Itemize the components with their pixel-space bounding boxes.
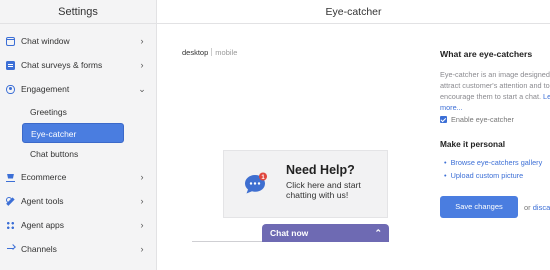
enable-eye-catcher-row: Enable eye-catcher: [440, 115, 514, 124]
sidebar-item-label: Chat surveys & forms: [21, 60, 103, 70]
enable-eye-catcher-checkbox[interactable]: [440, 116, 447, 123]
chat-bubble-icon: 1: [245, 172, 267, 194]
sidebar-subitem-eye-catcher[interactable]: Eye-catcher: [22, 123, 124, 143]
chevron-right-icon: ›: [140, 244, 144, 254]
sidebar-item-label: Agent tools: [21, 196, 64, 206]
browse-gallery-link[interactable]: Browse eye-catchers gallery: [444, 158, 543, 167]
chevron-right-icon: ›: [140, 220, 144, 230]
sidebar-item-agent-apps[interactable]: Agent apps ›: [0, 214, 156, 236]
chat-window-icon: [6, 36, 15, 46]
discard-row: or discard: [524, 203, 550, 212]
page-title: Eye-catcher: [157, 0, 550, 24]
sidebar-subitem-chat-buttons[interactable]: Chat buttons: [22, 144, 124, 164]
cart-icon: [6, 173, 15, 182]
chat-now-label: Chat now: [270, 228, 309, 238]
description-text: Eye-catcher is an image designed to attr…: [440, 70, 550, 101]
wrench-icon: [6, 196, 15, 206]
enable-eye-catcher-label[interactable]: Enable eye-catcher: [451, 115, 514, 124]
sidebar-item-label: Ecommerce: [21, 172, 67, 182]
chevron-up-icon: ⌃: [374, 228, 382, 238]
save-changes-button[interactable]: Save changes: [440, 196, 518, 218]
tab-mobile[interactable]: mobile: [215, 48, 237, 57]
tab-divider: [211, 48, 213, 56]
device-tabs: desktop mobile: [182, 48, 237, 57]
discard-link[interactable]: discard: [533, 203, 550, 212]
sidebar-title: Settings: [0, 0, 156, 24]
or-label: or: [524, 203, 531, 212]
chat-now-bar[interactable]: Chat now ⌃: [262, 224, 389, 242]
chevron-right-icon: ›: [140, 36, 144, 46]
sidebar-subitem-greetings[interactable]: Greetings: [22, 102, 124, 122]
sidebar-item-agent-tools[interactable]: Agent tools ›: [0, 190, 156, 212]
apps-icon: [6, 220, 15, 230]
sidebar-item-label: Channels: [21, 244, 57, 254]
eye-icon: [6, 84, 15, 94]
panel-title: What are eye-catchers: [440, 49, 533, 59]
sidebar-item-chat-surveys[interactable]: Chat surveys & forms ›: [0, 54, 156, 76]
eye-catcher-title: Need Help?: [286, 163, 355, 177]
eye-catcher-body: Click here and start chatting with us!: [286, 180, 361, 200]
sidebar-item-ecommerce[interactable]: Ecommerce ›: [0, 166, 156, 188]
chevron-right-icon: ›: [140, 172, 144, 182]
sidebar-item-engagement[interactable]: Engagement ⌄: [0, 78, 156, 100]
upload-picture-link[interactable]: Upload custom picture: [444, 171, 524, 180]
sidebar-item-label: Engagement: [21, 84, 70, 94]
chevron-right-icon: ›: [140, 196, 144, 206]
tab-desktop[interactable]: desktop: [182, 48, 208, 57]
panel-description: Eye-catcher is an image designed to attr…: [440, 69, 550, 113]
make-it-personal-title: Make it personal: [440, 139, 506, 149]
channels-icon: [6, 245, 15, 254]
survey-icon: [6, 60, 15, 70]
sidebar-item-channels[interactable]: Channels ›: [0, 238, 156, 260]
chevron-down-icon: ⌄: [138, 83, 146, 94]
sidebar-item-label: Chat window: [21, 36, 70, 46]
settings-sidebar: Settings Chat window › Chat surveys & fo…: [0, 0, 157, 270]
chevron-right-icon: ›: [140, 60, 144, 70]
sidebar-item-chat-window[interactable]: Chat window ›: [0, 30, 156, 52]
sidebar-item-label: Agent apps: [21, 220, 65, 230]
